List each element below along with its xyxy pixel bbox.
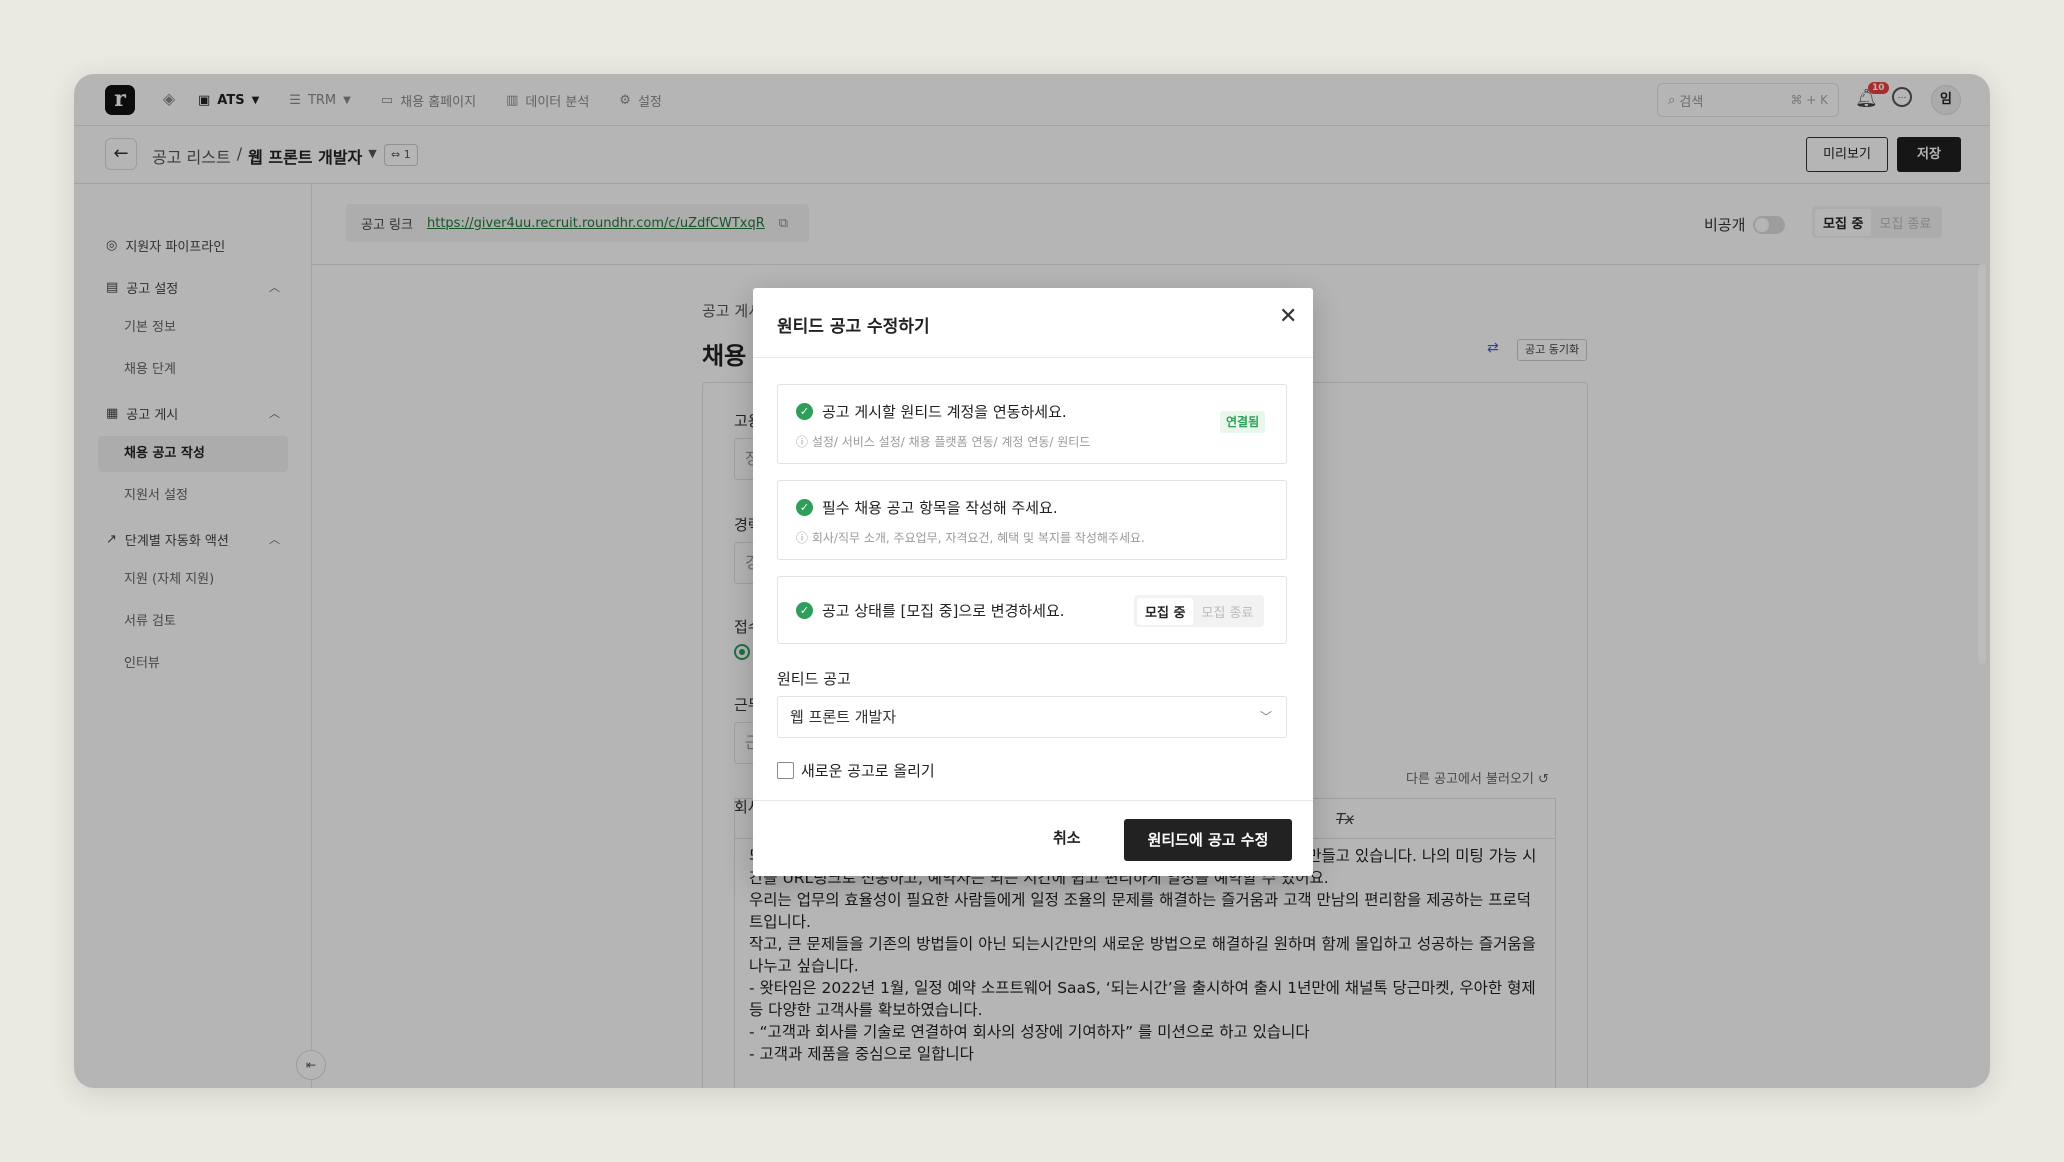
- page-scrollbar[interactable]: [1978, 264, 1986, 664]
- new-posting-checkbox[interactable]: [777, 762, 794, 779]
- step-change-status: ✓ 공고 상태를 [모집 중]으로 변경하세요. 모집 중 모집 종료: [777, 576, 1287, 644]
- status-recruiting-option[interactable]: 모집 중: [1137, 597, 1194, 625]
- modal-header: 원티드 공고 수정하기 ✕: [753, 288, 1313, 358]
- modal-footer: 취소 원티드에 공고 수정: [753, 800, 1313, 876]
- step-title: 필수 채용 공고 항목을 작성해 주세요.: [822, 499, 1058, 517]
- select-value: 웹 프론트 개발자: [790, 708, 897, 726]
- app-window: r ◈ ▣ ATS ▼ ☰ TRM ▼ ▭ 채용 홈페이지 ▥ 데이터 분석 ⚙: [74, 74, 1990, 1088]
- chevron-down-icon: ﹀: [1259, 710, 1272, 724]
- status-closed-option[interactable]: 모집 종료: [1193, 598, 1261, 625]
- status-badge: 연결됨: [1220, 411, 1266, 433]
- step-hint: ⓘ 설정/ 서비스 설정/ 채용 플랫폼 연동/ 계정 연동/ 원티드: [796, 435, 1091, 449]
- step-hint: ⓘ 회사/직무 소개, 주요업무, 자격요건, 혜택 및 복지를 작성해주세요.: [796, 531, 1145, 545]
- step-connect-account: ✓ 공고 게시할 원티드 계정을 연동하세요. ⓘ 설정/ 서비스 설정/ 채용…: [777, 384, 1287, 464]
- wanted-posting-select[interactable]: 웹 프론트 개발자 ﹀: [777, 696, 1287, 738]
- modal-status-segment: 모집 중 모집 종료: [1134, 595, 1265, 627]
- step-required-fields: ✓ 필수 채용 공고 항목을 작성해 주세요. ⓘ 회사/직무 소개, 주요업무…: [777, 480, 1287, 560]
- wanted-posting-label: 원티드 공고: [777, 670, 851, 688]
- new-posting-label[interactable]: 새로운 공고로 올리기: [801, 760, 935, 781]
- check-circle-icon: ✓: [796, 403, 813, 420]
- submit-wanted-edit-button[interactable]: 원티드에 공고 수정: [1124, 819, 1292, 861]
- check-circle-icon: ✓: [796, 602, 813, 619]
- step-title: 공고 게시할 원티드 계정을 연동하세요.: [822, 403, 1067, 421]
- cancel-button[interactable]: 취소: [1053, 827, 1081, 848]
- modal-title: 원티드 공고 수정하기: [777, 317, 930, 337]
- wanted-edit-modal: 원티드 공고 수정하기 ✕ ✓ 공고 게시할 원티드 계정을 연동하세요. ⓘ …: [753, 288, 1313, 876]
- close-icon[interactable]: ✕: [1279, 304, 1297, 329]
- check-circle-icon: ✓: [796, 499, 813, 516]
- step-title: 공고 상태를 [모집 중]으로 변경하세요.: [822, 602, 1065, 620]
